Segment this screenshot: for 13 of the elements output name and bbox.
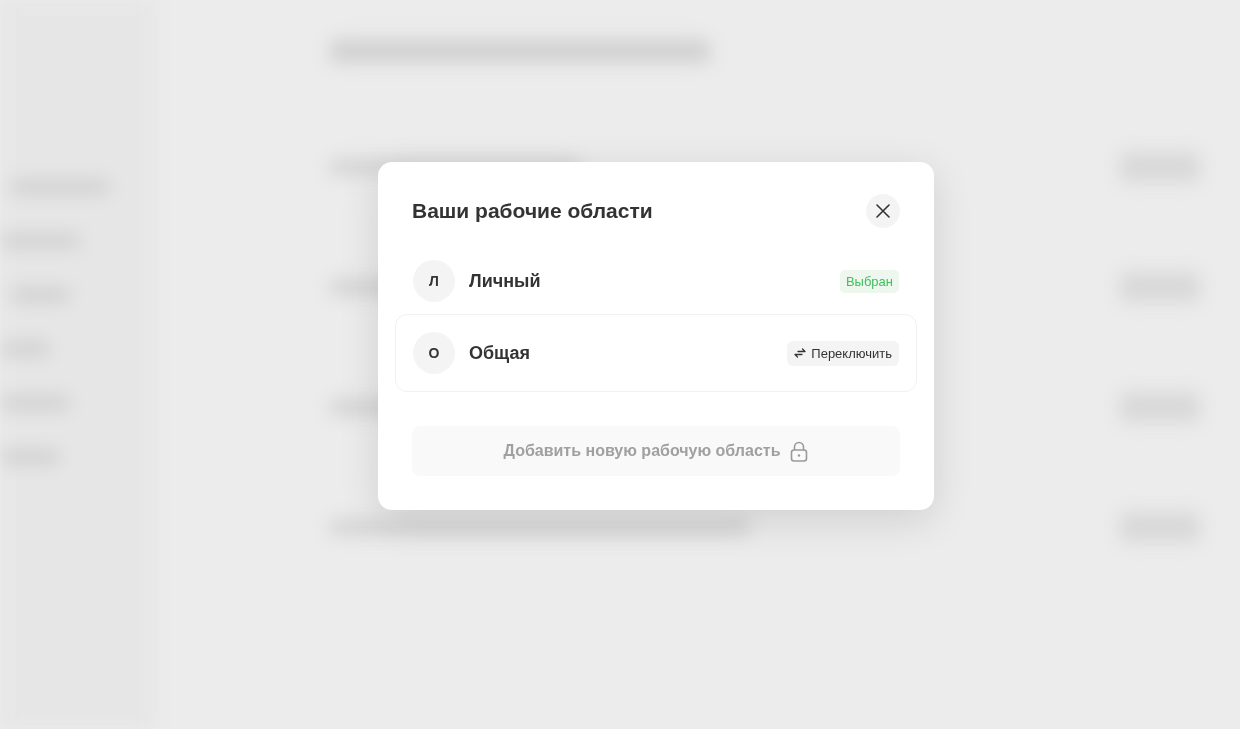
workspace-name: Общая	[469, 342, 532, 364]
dialog-title: Ваши рабочие области	[412, 199, 653, 223]
workspace-avatar: Л	[413, 260, 455, 302]
workspace-item[interactable]: Л Личный Выбран	[395, 248, 917, 314]
close-button[interactable]	[866, 194, 900, 228]
close-icon	[876, 204, 890, 218]
workspace-name: Личный	[469, 270, 542, 292]
workspace-item[interactable]: О Общая Переключить	[395, 314, 917, 392]
swap-arrows-icon	[794, 347, 807, 359]
lock-icon	[790, 440, 809, 462]
selected-badge: Выбран	[839, 269, 899, 293]
switch-button[interactable]: Переключить	[787, 340, 899, 366]
workspace-avatar: О	[413, 332, 455, 374]
